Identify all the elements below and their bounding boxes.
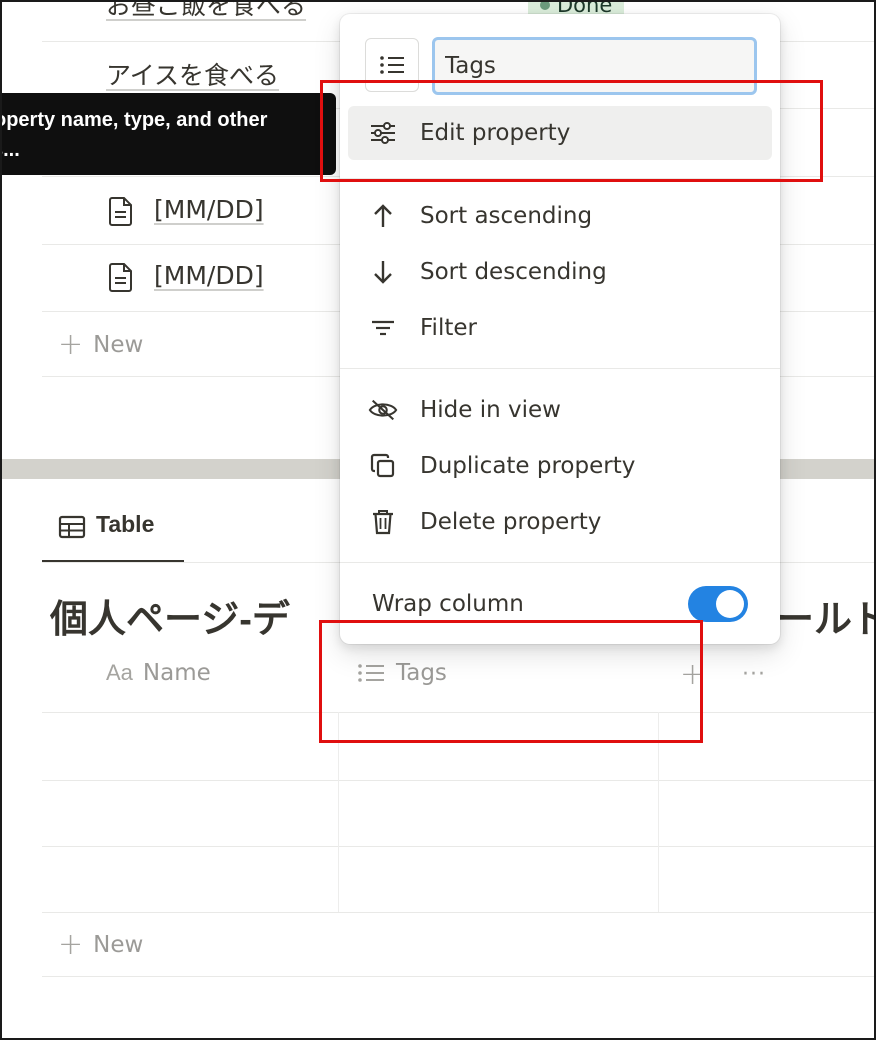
row-divider <box>42 912 876 913</box>
tab-table-view[interactable]: Table <box>42 507 184 563</box>
database-title-tail[interactable]: ールド <box>776 588 876 643</box>
column-divider <box>338 712 339 912</box>
column-divider <box>658 712 659 912</box>
duplicate-icon <box>370 453 395 478</box>
sliders-icon <box>371 122 395 144</box>
sort-ascending-item[interactable]: Sort ascending <box>348 189 772 243</box>
plus-icon: + <box>58 327 84 362</box>
database-title[interactable]: 個人ページ-デ <box>50 588 290 643</box>
sort-descending-item[interactable]: Sort descending <box>348 245 772 299</box>
hide-in-view-item[interactable]: Hide in view <box>348 383 772 437</box>
edit-property-label: Edit property <box>420 120 571 146</box>
menu-separator <box>340 368 780 369</box>
text-property-icon: Aa <box>106 660 133 685</box>
plus-icon: + <box>58 927 84 962</box>
row-name-4[interactable]: [MM/DD] <box>154 261 264 290</box>
list-icon <box>358 664 384 682</box>
sort-descending-label: Sort descending <box>420 259 607 285</box>
wrap-column-label: Wrap column <box>372 591 524 617</box>
page-icon <box>109 197 132 226</box>
row-divider <box>42 712 876 713</box>
list-icon <box>380 56 404 74</box>
duplicate-property-label: Duplicate property <box>420 453 636 479</box>
property-name-input[interactable] <box>432 37 757 95</box>
more-options-button[interactable]: ··· <box>742 664 766 686</box>
tooltip: operty name, type, and other s... <box>0 93 336 175</box>
filter-icon <box>372 320 394 336</box>
table-icon <box>58 515 86 539</box>
tooltip-line-1: operty name, type, and other <box>0 109 268 131</box>
edit-property-item[interactable]: Edit property <box>348 106 772 160</box>
wrap-column-toggle[interactable] <box>688 586 748 622</box>
column-header-tags[interactable]: Tags <box>356 660 447 686</box>
arrow-down-icon <box>374 261 392 284</box>
column-header-name[interactable]: Aa Name <box>106 660 211 686</box>
new-row-label: New <box>93 932 144 958</box>
tab-label: Table <box>96 511 155 537</box>
tooltip-line-2: s... <box>0 139 20 161</box>
row-name-3[interactable]: [MM/DD] <box>154 195 264 224</box>
eye-off-icon <box>368 399 398 421</box>
sort-ascending-label: Sort ascending <box>420 203 593 229</box>
row-name-1[interactable]: お昼ご飯を食べる <box>106 0 306 22</box>
row-divider <box>42 780 876 781</box>
duplicate-property-item[interactable]: Duplicate property <box>348 439 772 493</box>
property-menu: Edit property Sort ascending Sort descen… <box>340 14 780 644</box>
row-divider <box>42 846 876 847</box>
row-name-2[interactable]: アイスを食べる <box>106 56 279 92</box>
trash-icon <box>373 510 393 535</box>
page-icon <box>109 263 132 292</box>
new-row-label: New <box>93 332 144 358</box>
add-column-button[interactable]: + <box>680 660 705 690</box>
hide-in-view-label: Hide in view <box>420 397 561 423</box>
filter-item[interactable]: Filter <box>348 301 772 355</box>
menu-separator <box>340 562 780 563</box>
toggle-knob <box>716 590 744 618</box>
new-row-button[interactable]: + New <box>58 930 143 960</box>
column-header-tags-label: Tags <box>396 660 447 686</box>
filter-label: Filter <box>420 315 477 341</box>
row-divider <box>42 976 876 977</box>
delete-property-item[interactable]: Delete property <box>348 495 772 549</box>
property-type-button[interactable] <box>365 38 419 92</box>
status-dot-icon <box>540 0 550 10</box>
arrow-up-icon <box>374 204 392 227</box>
delete-property-label: Delete property <box>420 509 602 535</box>
new-row-button[interactable]: + New <box>58 330 143 360</box>
column-header-name-label: Name <box>142 660 211 686</box>
menu-separator <box>340 178 780 179</box>
